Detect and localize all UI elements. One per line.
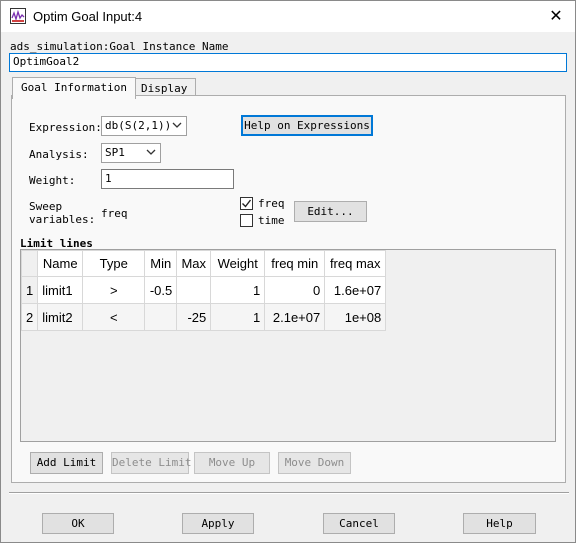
goal-instance-input[interactable]: OptimGoal2 <box>9 53 567 72</box>
weight-input[interactable]: 1 <box>101 169 234 189</box>
title-bar[interactable]: Optim Goal Input:4 ✕ <box>1 1 575 32</box>
cell-type[interactable]: > <box>82 276 146 304</box>
column-header-max[interactable]: Max <box>176 250 212 277</box>
app-icon <box>10 8 26 24</box>
goal-instance-label: ads_simulation:Goal Instance Name <box>10 40 229 53</box>
cell-freq-min[interactable]: 0 <box>264 276 326 304</box>
window-title: Optim Goal Input:4 <box>33 9 143 24</box>
cell-name[interactable]: limit2 <box>37 303 84 331</box>
freq-checkbox-label: freq <box>258 197 285 210</box>
sweep-label-line2: variables: <box>29 213 96 226</box>
weight-label: Weight: <box>29 174 76 187</box>
cell-min[interactable]: -0.5 <box>144 276 178 304</box>
cell-freq-max[interactable]: 1.6e+07 <box>324 276 387 304</box>
cell-name[interactable]: limit1 <box>37 276 84 304</box>
column-header-weight[interactable]: Weight <box>210 250 266 277</box>
column-header-type[interactable]: Type <box>82 250 146 277</box>
edit-button[interactable]: Edit... <box>294 201 367 222</box>
sweep-variables-value: freq <box>101 207 128 220</box>
tab-goal-information[interactable]: Goal Information <box>12 77 136 99</box>
cell-weight[interactable]: 1 <box>210 276 266 304</box>
apply-button[interactable]: Apply <box>182 513 254 534</box>
chevron-down-icon <box>145 146 157 158</box>
close-icon[interactable]: ✕ <box>545 5 567 27</box>
help-on-expressions-button[interactable]: Help on Expressions <box>241 115 373 136</box>
cell-freq-min[interactable]: 2.1e+07 <box>264 303 326 331</box>
table-row[interactable]: 2 limit2 < -25 1 2.1e+07 1e+08 <box>20 303 387 331</box>
column-header-name[interactable]: Name <box>37 250 84 277</box>
time-checkbox[interactable] <box>240 214 253 227</box>
chevron-down-icon <box>171 119 183 131</box>
row-index[interactable]: 2 <box>20 303 39 331</box>
time-checkbox-label: time <box>258 214 285 227</box>
sweep-label-line1: Sweep <box>29 200 63 213</box>
cell-freq-max[interactable]: 1e+08 <box>324 303 387 331</box>
column-header-freq-max[interactable]: freq max <box>324 250 387 277</box>
table-header-row: Name Type Min Max Weight freq min freq m… <box>20 250 387 277</box>
expression-label: Expression: <box>29 121 102 134</box>
column-header-min[interactable]: Min <box>144 250 178 277</box>
expression-combo[interactable]: db(S(2,1)) <box>101 116 187 136</box>
cell-min[interactable] <box>144 303 178 331</box>
cell-weight[interactable]: 1 <box>210 303 266 331</box>
move-down-button[interactable]: Move Down <box>278 452 351 474</box>
cell-max[interactable] <box>176 276 212 304</box>
cell-type[interactable]: < <box>82 303 146 331</box>
row-header-corner <box>20 250 39 277</box>
cancel-button[interactable]: Cancel <box>323 513 395 534</box>
dialog-window: Optim Goal Input:4 ✕ ads_simulation:Goal… <box>0 0 576 543</box>
delete-limit-button[interactable]: Delete Limit <box>111 452 191 474</box>
row-index[interactable]: 1 <box>20 276 39 304</box>
help-button[interactable]: Help <box>463 513 536 534</box>
table-row[interactable]: 1 limit1 > -0.5 1 0 1.6e+07 <box>20 276 387 304</box>
column-header-freq-min[interactable]: freq min <box>264 250 326 277</box>
expression-value: db(S(2,1)) <box>105 119 172 132</box>
limit-lines-table[interactable]: Name Type Min Max Weight freq min freq m… <box>20 249 556 442</box>
add-limit-button[interactable]: Add Limit <box>30 452 103 474</box>
limit-grid: Name Type Min Max Weight freq min freq m… <box>20 250 387 331</box>
analysis-value: SP1 <box>105 146 125 159</box>
cell-max[interactable]: -25 <box>176 303 212 331</box>
analysis-label: Analysis: <box>29 148 89 161</box>
freq-checkbox[interactable] <box>240 197 253 210</box>
move-up-button[interactable]: Move Up <box>194 452 270 474</box>
footer-divider <box>9 492 569 494</box>
analysis-combo[interactable]: SP1 <box>101 143 161 163</box>
ok-button[interactable]: OK <box>42 513 114 534</box>
